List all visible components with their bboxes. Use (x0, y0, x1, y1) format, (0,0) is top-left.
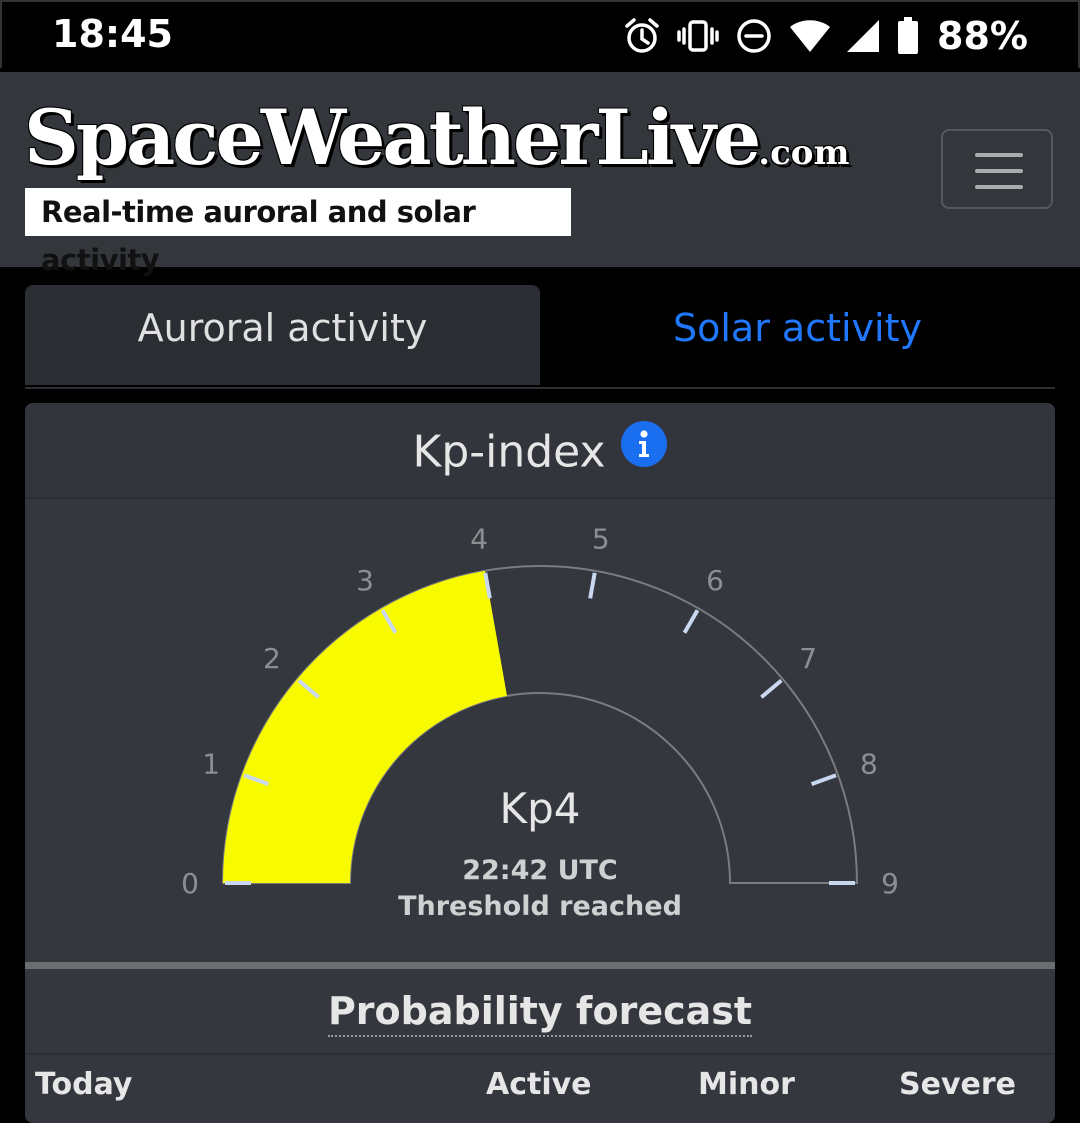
alarm-icon (623, 17, 661, 55)
hamburger-menu-icon[interactable] (941, 129, 1053, 209)
gauge-tick-label-0: 0 (181, 867, 199, 900)
gauge-status-label: Threshold reached (398, 891, 682, 922)
gauge-tick-label-2: 2 (263, 642, 281, 675)
forecast-col-active: Active (486, 1067, 592, 1102)
battery-icon (897, 17, 919, 55)
gauge-tick-6 (682, 609, 700, 634)
gauge-time-label: 22:42 UTC (462, 855, 618, 886)
forecast-divider (25, 1053, 1055, 1055)
forecast-col-today: Today (35, 1067, 133, 1102)
forecast-title-text[interactable]: Probability forecast (327, 989, 753, 1037)
site-header: SpaceWeatherLive.com Real-time auroral a… (0, 72, 1080, 277)
menu-bar (975, 169, 1023, 173)
activity-tabs: Auroral activity Solar activity (25, 285, 1055, 389)
kp-gauge: 0 1 2 3 4 5 6 7 8 9 Kp4 22:42 UTC Threshold reached (181, 522, 899, 922)
info-icon[interactable] (620, 420, 668, 479)
gauge-tick-label-7: 7 (799, 642, 817, 675)
status-time: 18:45 (52, 12, 173, 56)
logo-suffix: .com (758, 133, 850, 173)
gauge-tick-5 (588, 572, 597, 599)
tab-auroral-activity[interactable]: Auroral activity (25, 285, 540, 385)
gauge-value-label: Kp4 (500, 784, 581, 833)
site-logo[interactable]: SpaceWeatherLive.com (24, 98, 849, 193)
site-tagline: Real-time auroral and solar activity (25, 188, 571, 277)
signal-icon (847, 18, 881, 54)
gauge-tick-label-1: 1 (202, 747, 220, 780)
gauge-marks: 0 1 2 3 4 5 6 7 8 9 Kp4 22:42 UTC Threshold reached (181, 522, 899, 922)
card-title: Kp-index (25, 421, 1055, 484)
kp-index-card: Kp-index 0 1 2 3 4 5 6 7 8 9 Kp4 22:42 UTC Threshold… (25, 403, 1055, 1123)
do-not-disturb-icon (735, 17, 773, 55)
forecast-col-severe: Severe (899, 1067, 1016, 1102)
vibrate-icon (677, 17, 719, 55)
forecast-col-minor: Minor (698, 1067, 795, 1102)
status-bar: 18:45 88% (0, 0, 1080, 68)
battery-percentage: 88% (937, 14, 1028, 58)
menu-bar (975, 153, 1023, 157)
card-header: Kp-index (25, 403, 1055, 499)
gauge-tick-7 (760, 678, 783, 699)
gauge-tick-label-6: 6 (706, 564, 724, 597)
status-icons: 88% (623, 14, 1028, 58)
gauge-tick-label-9: 9 (881, 867, 899, 900)
menu-bar (975, 185, 1023, 189)
section-divider (25, 962, 1055, 969)
gauge-tick-label-3: 3 (356, 564, 374, 597)
tab-solar-activity[interactable]: Solar activity (540, 285, 1055, 385)
gauge-tick-label-5: 5 (592, 522, 610, 555)
gauge-tick-label-8: 8 (860, 747, 878, 780)
gauge-tick-8 (810, 773, 837, 787)
kp-index-title: Kp-index (412, 426, 606, 478)
logo-text: SpaceWeatherLive (24, 93, 761, 182)
forecast-title: Probability forecast (25, 989, 1055, 1037)
gauge-tick-label-4: 4 (470, 522, 488, 555)
wifi-icon (789, 18, 831, 54)
